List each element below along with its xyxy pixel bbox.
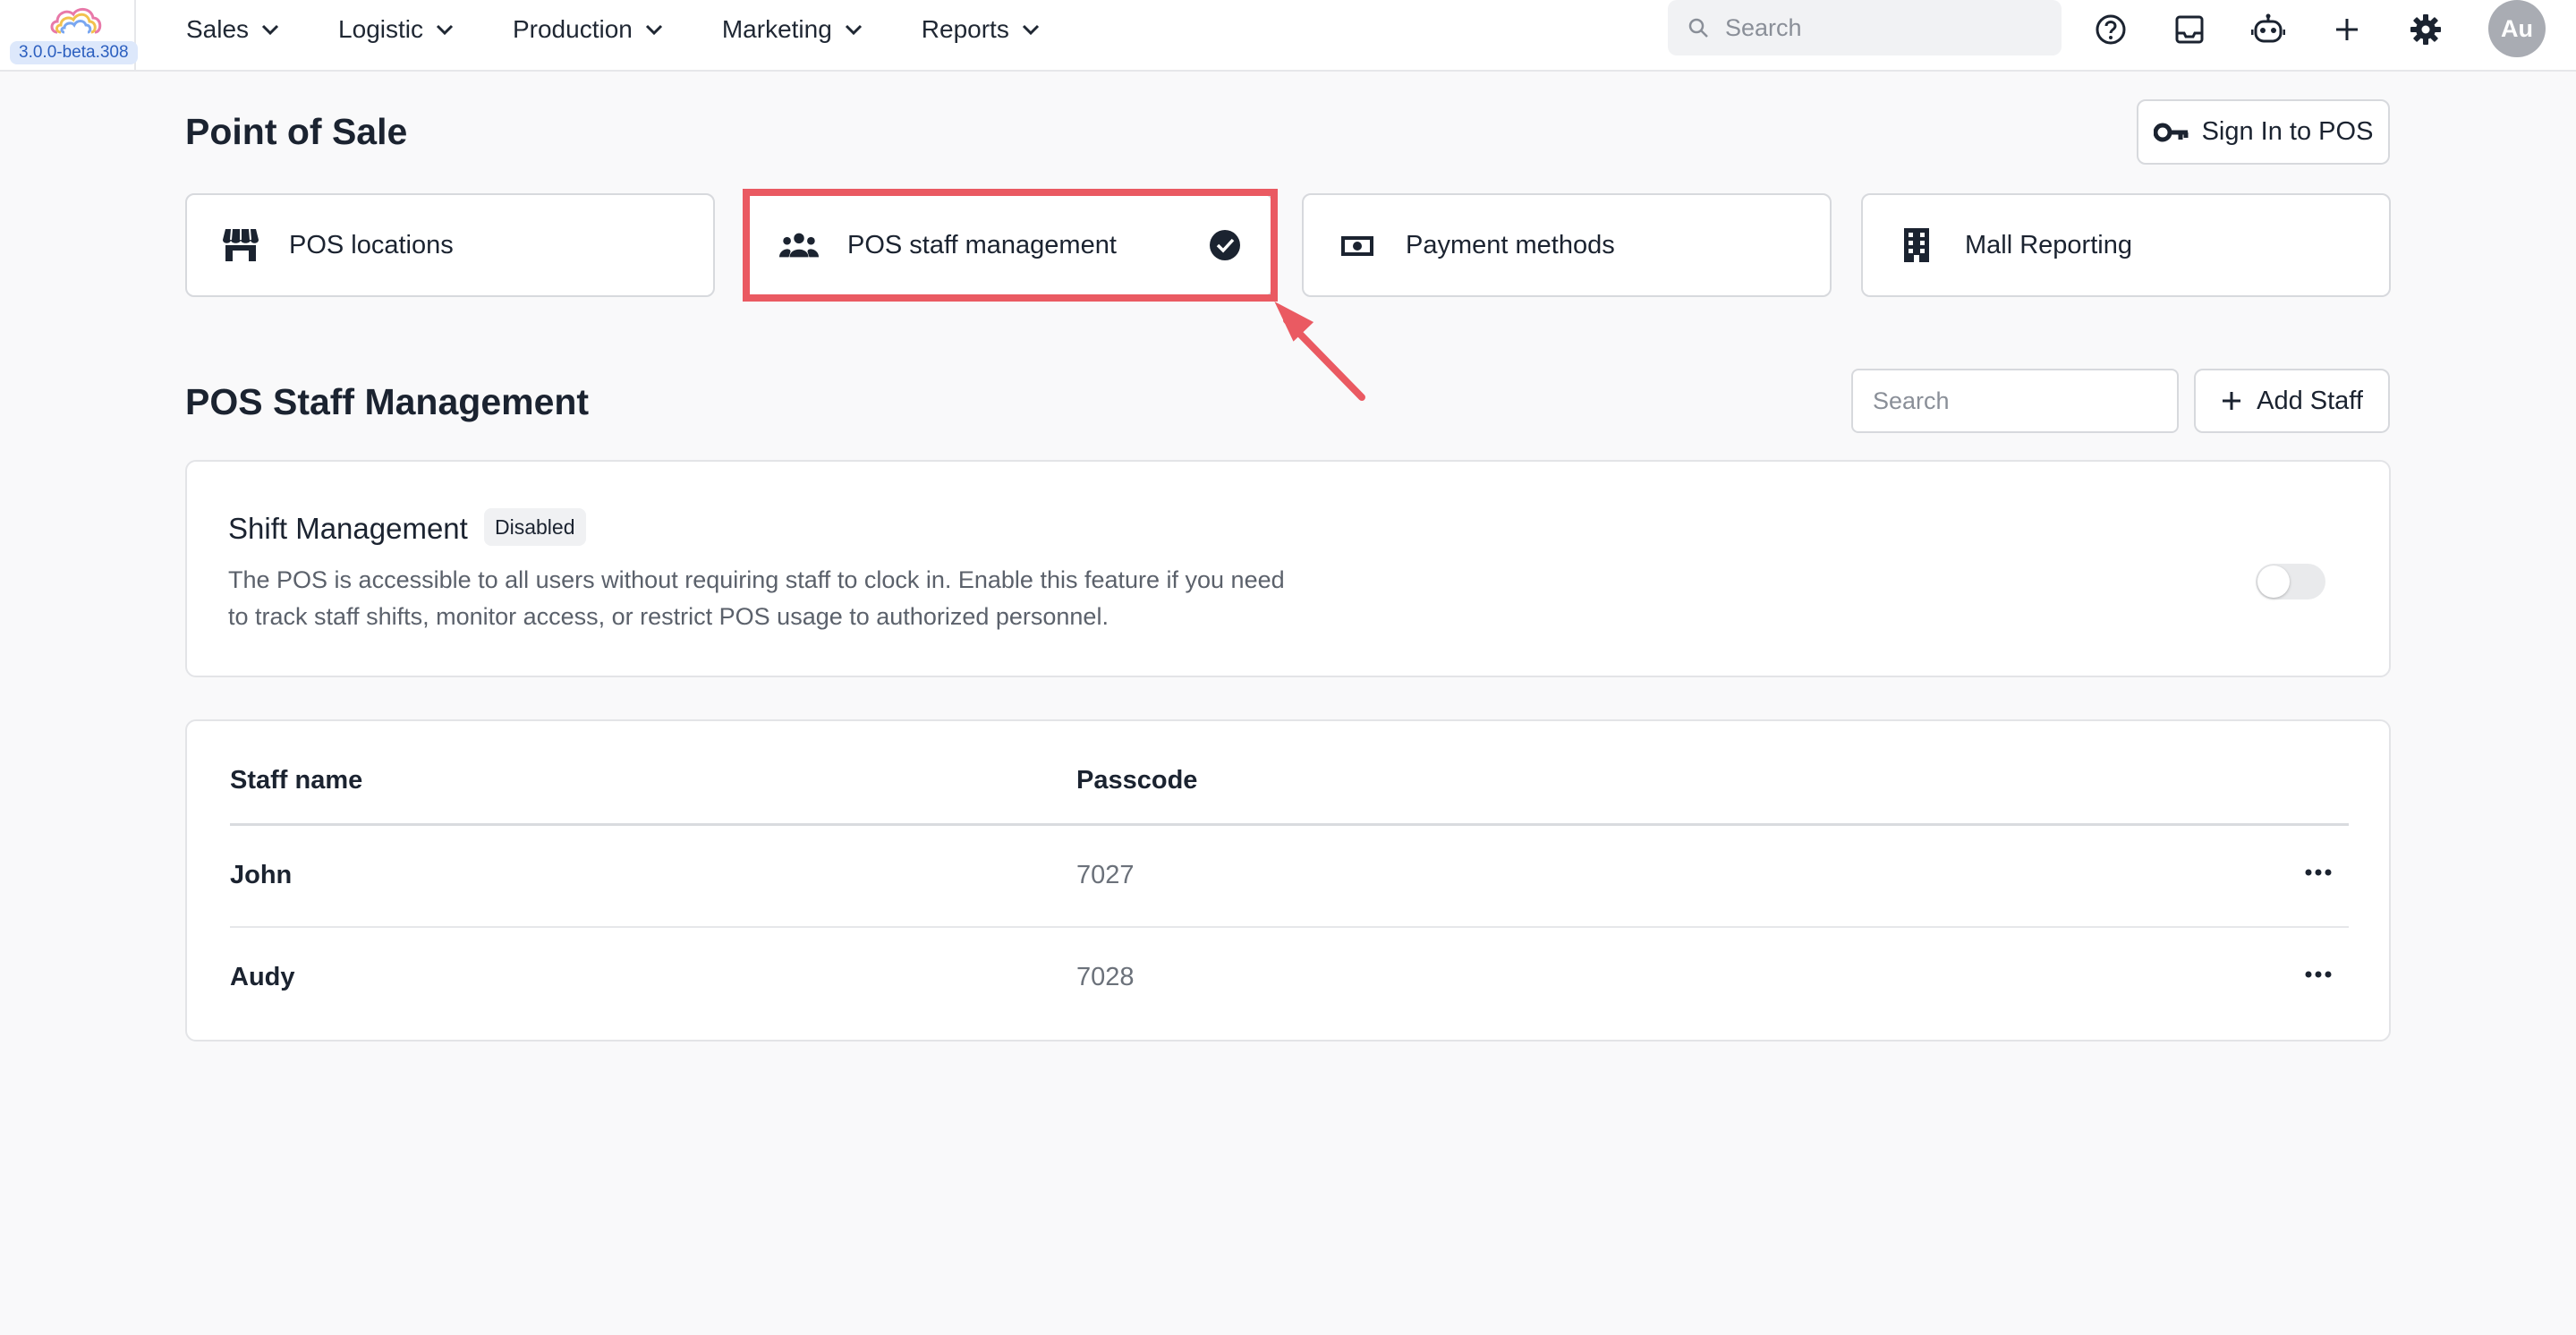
help-icon bbox=[2096, 14, 2126, 45]
people-icon bbox=[779, 233, 819, 258]
sign-in-to-pos-button[interactable]: Sign In to POS bbox=[2137, 99, 2390, 165]
tab-label: Payment methods bbox=[1406, 230, 1615, 259]
building-icon bbox=[1904, 228, 1929, 262]
tab-pos-staff-management[interactable]: POS staff management bbox=[744, 193, 1273, 297]
global-search-input[interactable] bbox=[1725, 13, 2029, 42]
nav-item-production[interactable]: Production bbox=[513, 0, 663, 59]
shift-description: The POS is accessible to all users witho… bbox=[228, 566, 1285, 630]
chevron-down-icon bbox=[845, 24, 862, 35]
passcode-cell: 7027 bbox=[1076, 861, 1135, 889]
selected-check-icon bbox=[1210, 230, 1240, 260]
plus-icon bbox=[2223, 392, 2241, 410]
nav-item-label: Reports bbox=[921, 15, 1009, 43]
row-actions-button[interactable] bbox=[2300, 859, 2336, 886]
nav-item-label: Sales bbox=[186, 15, 250, 43]
sign-in-label: Sign In to POS bbox=[2201, 117, 2374, 146]
robot-icon bbox=[2251, 13, 2285, 43]
nav-item-label: Marketing bbox=[721, 15, 832, 43]
store-icon bbox=[223, 228, 259, 261]
toggle-knob bbox=[2257, 565, 2290, 598]
global-search[interactable] bbox=[1668, 0, 2062, 55]
staff-name-cell: Audy bbox=[230, 963, 295, 991]
nav-item-sales[interactable]: Sales bbox=[186, 0, 279, 59]
chevron-down-icon bbox=[1022, 24, 1039, 35]
more-horizontal-icon bbox=[2305, 869, 2332, 876]
tab-label: Mall Reporting bbox=[1965, 230, 2132, 259]
column-header-passcode: Passcode bbox=[1076, 766, 1198, 795]
main-nav: Sales Logistic Production Marketing Repo… bbox=[186, 0, 1099, 59]
plus-icon bbox=[2336, 19, 2358, 40]
section-title: POS Staff Management bbox=[185, 381, 590, 422]
create-button[interactable] bbox=[2329, 12, 2365, 47]
top-navigation-bar: 3.0.0-beta.308 Sales Logistic Production… bbox=[0, 0, 2576, 72]
column-header-staff-name: Staff name bbox=[230, 766, 363, 795]
shift-management-toggle[interactable] bbox=[2256, 564, 2325, 599]
staff-table: Staff name Passcode John 7027 Audy 7028 bbox=[185, 719, 2391, 1042]
staff-name-cell: John bbox=[230, 861, 293, 889]
nav-item-logistic[interactable]: Logistic bbox=[338, 0, 454, 59]
table-row[interactable]: Audy 7028 bbox=[230, 927, 2349, 1029]
tab-label: POS staff management bbox=[847, 230, 1117, 259]
shift-management-card: Shift Management Disabled The POS is acc… bbox=[185, 460, 2391, 677]
tab-mall-reporting[interactable]: Mall Reporting bbox=[1861, 193, 2391, 297]
nav-item-label: Logistic bbox=[338, 15, 423, 43]
nav-item-label: Production bbox=[512, 15, 633, 43]
tab-pos-locations[interactable]: POS locations bbox=[185, 193, 715, 297]
table-row[interactable]: John 7027 bbox=[230, 825, 2349, 927]
chevron-down-icon bbox=[645, 24, 662, 35]
money-icon bbox=[1341, 236, 1373, 256]
annotation-arrow-icon bbox=[1274, 302, 1365, 401]
nav-item-marketing[interactable]: Marketing bbox=[722, 0, 863, 59]
tab-label: POS locations bbox=[289, 230, 454, 259]
add-staff-button[interactable]: Add Staff bbox=[2194, 369, 2390, 433]
row-actions-button[interactable] bbox=[2300, 961, 2336, 988]
logo-area[interactable]: 3.0.0-beta.308 bbox=[0, 0, 138, 70]
more-horizontal-icon bbox=[2305, 971, 2332, 978]
chevron-down-icon bbox=[261, 24, 279, 35]
add-staff-label: Add Staff bbox=[2257, 386, 2363, 415]
chevron-down-icon bbox=[436, 24, 454, 35]
shift-title: Shift Management bbox=[228, 512, 468, 545]
page-title: Point of Sale bbox=[185, 111, 408, 152]
settings-button[interactable] bbox=[2408, 12, 2444, 47]
tab-payment-methods[interactable]: Payment methods bbox=[1302, 193, 1832, 297]
search-icon bbox=[1688, 18, 1708, 38]
key-icon bbox=[2153, 123, 2189, 141]
help-button[interactable] bbox=[2093, 12, 2129, 47]
user-avatar[interactable]: Au bbox=[2488, 0, 2546, 57]
cloud-logo-icon bbox=[50, 8, 102, 34]
inbox-button[interactable] bbox=[2172, 12, 2207, 47]
gear-icon bbox=[2410, 14, 2441, 45]
status-badge: Disabled bbox=[484, 508, 586, 546]
staff-search-input[interactable] bbox=[1851, 369, 2179, 433]
passcode-cell: 7028 bbox=[1076, 963, 1135, 991]
inbox-icon bbox=[2175, 15, 2204, 44]
version-badge: 3.0.0-beta.308 bbox=[10, 41, 138, 64]
nav-item-reports[interactable]: Reports bbox=[922, 0, 1040, 59]
assistant-button[interactable] bbox=[2250, 12, 2286, 47]
